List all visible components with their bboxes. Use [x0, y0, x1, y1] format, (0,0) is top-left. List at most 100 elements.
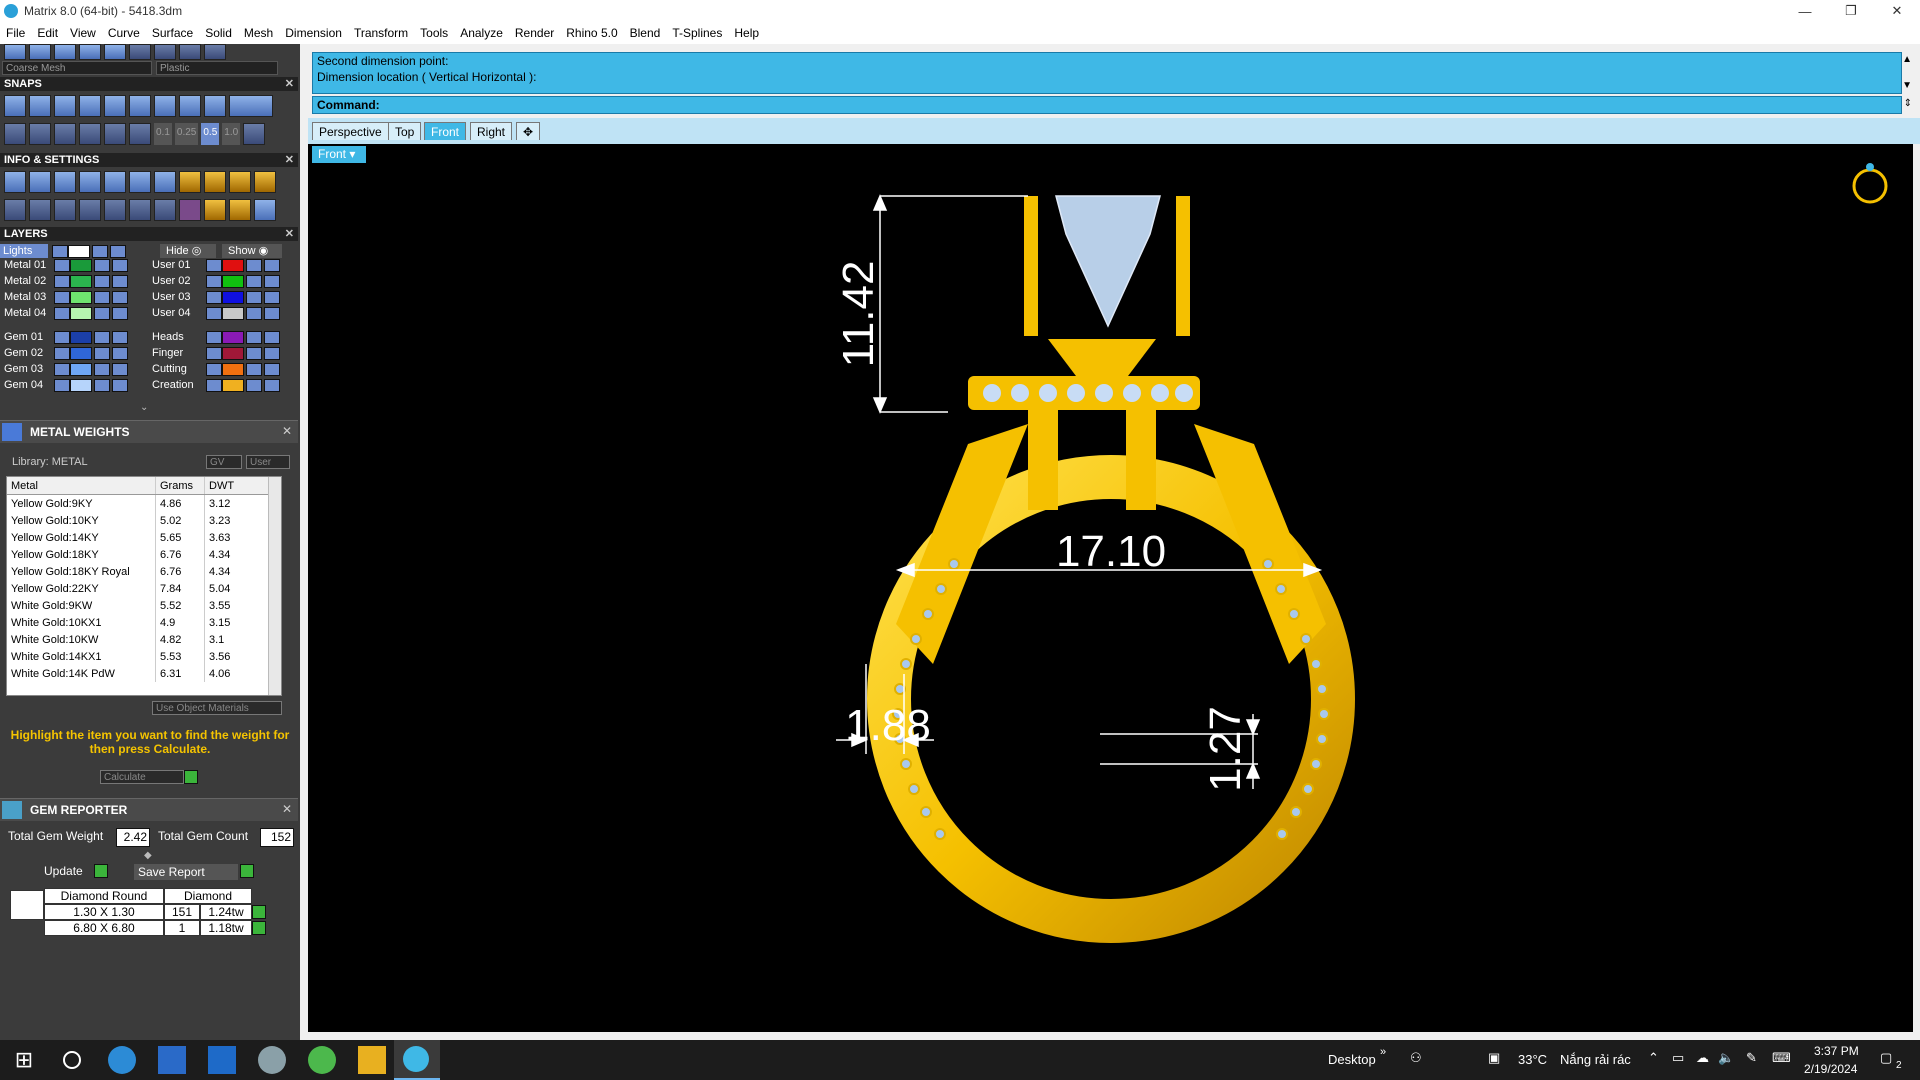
- layer-visible[interactable]: [264, 379, 280, 392]
- table-row[interactable]: Yellow Gold:10KY 5.02 3.23: [7, 512, 271, 529]
- box-icon[interactable]: [154, 171, 176, 193]
- layer-swatch[interactable]: [222, 347, 244, 360]
- render-icon[interactable]: [254, 199, 276, 221]
- ring-tool-icon[interactable]: [204, 199, 226, 221]
- mesh-quality-dropdown[interactable]: Coarse Mesh: [2, 61, 152, 75]
- layer-visible[interactable]: [112, 259, 128, 272]
- windows-start-icon[interactable]: ⊞: [10, 1046, 38, 1074]
- layer-arrow[interactable]: [206, 331, 222, 344]
- snap-mid-icon[interactable]: [79, 95, 101, 117]
- layer-lock[interactable]: [246, 259, 262, 272]
- snap-end-icon[interactable]: [4, 95, 26, 117]
- layer-swatch[interactable]: [70, 331, 92, 344]
- step-1-0[interactable]: 1.0: [222, 123, 241, 145]
- layer-name[interactable]: User 01: [152, 258, 204, 272]
- snap-perp-icon[interactable]: [154, 95, 176, 117]
- use-object-materials-checkbox[interactable]: Use Object Materials: [152, 701, 282, 715]
- chevron-right-icon[interactable]: »: [1380, 1046, 1386, 1058]
- layer-name[interactable]: Finger: [152, 346, 204, 360]
- material-ball-icon[interactable]: [154, 44, 176, 60]
- planar-icon[interactable]: [29, 123, 51, 145]
- save-report-play-icon[interactable]: [240, 864, 254, 878]
- layer-lock[interactable]: [246, 291, 262, 304]
- add-viewport-icon[interactable]: ✥: [516, 122, 541, 140]
- table-row[interactable]: Yellow Gold:22KY 7.84 5.04: [7, 580, 271, 597]
- close-icon[interactable]: ✕: [285, 227, 294, 241]
- mesh-icon[interactable]: [54, 199, 76, 221]
- update-button[interactable]: [94, 864, 108, 878]
- grid-icon[interactable]: [4, 199, 26, 221]
- close-icon[interactable]: ✕: [282, 802, 292, 816]
- layer-swatch[interactable]: [222, 275, 244, 288]
- window-icon[interactable]: [29, 199, 51, 221]
- material-dropdown[interactable]: Plastic: [156, 61, 278, 75]
- clipboard-icon[interactable]: [154, 199, 176, 221]
- menu-tools[interactable]: Tools: [414, 26, 454, 40]
- layer-arrow[interactable]: [206, 259, 222, 272]
- layer-lock[interactable]: [94, 307, 110, 320]
- filter-icon[interactable]: [104, 199, 126, 221]
- gem-icon[interactable]: [179, 199, 201, 221]
- edge-icon[interactable]: [108, 1046, 136, 1074]
- rhino-icon[interactable]: [258, 1046, 286, 1074]
- temperature[interactable]: 33°C: [1518, 1052, 1547, 1067]
- column-dwt[interactable]: DWT: [204, 477, 271, 495]
- menu-transform[interactable]: Transform: [348, 26, 414, 40]
- weather-icon[interactable]: ▣: [1488, 1050, 1500, 1066]
- gumball-icon[interactable]: [104, 123, 126, 145]
- column-metal[interactable]: Metal: [7, 477, 156, 495]
- layer-visible[interactable]: [264, 291, 280, 304]
- layer-arrow[interactable]: [54, 331, 70, 344]
- layer-name[interactable]: User 04: [152, 306, 204, 320]
- handle-icon[interactable]: ◆: [144, 850, 152, 861]
- table-row[interactable]: White Gold:9KW 5.52 3.55: [7, 597, 271, 614]
- layer-arrow[interactable]: [54, 363, 70, 376]
- menu-rhino[interactable]: Rhino 5.0: [560, 26, 623, 40]
- layer-visible[interactable]: [264, 331, 280, 344]
- menu-dimension[interactable]: Dimension: [279, 26, 348, 40]
- cursor-icon[interactable]: [129, 123, 151, 145]
- layer-visible[interactable]: [112, 275, 128, 288]
- layer-lock[interactable]: [246, 275, 262, 288]
- layer-swatch[interactable]: [70, 291, 92, 304]
- table-row[interactable]: White Gold:10KW 4.82 3.1: [7, 631, 271, 648]
- layer-lock[interactable]: [246, 363, 262, 376]
- close-icon[interactable]: ✕: [285, 153, 294, 167]
- layer-arrow[interactable]: [206, 347, 222, 360]
- menu-blend[interactable]: Blend: [624, 26, 667, 40]
- play-icon[interactable]: [184, 770, 198, 784]
- step-0-25[interactable]: 0.25: [174, 123, 199, 145]
- pen-icon[interactable]: ✎: [1746, 1050, 1757, 1066]
- zoom-icon[interactable]: [29, 171, 51, 193]
- close-button[interactable]: ✕: [1874, 0, 1920, 22]
- layer-swatch[interactable]: [68, 245, 90, 258]
- layer-lock[interactable]: [246, 307, 262, 320]
- command-input[interactable]: Command:: [312, 96, 1902, 114]
- ring-tool-icon[interactable]: [229, 199, 251, 221]
- layer-arrow[interactable]: [54, 307, 70, 320]
- layer-name[interactable]: Metal 02: [4, 274, 52, 288]
- gv-button[interactable]: GV: [206, 455, 242, 469]
- layer-name[interactable]: Gem 01: [4, 330, 52, 344]
- chevron-up-icon[interactable]: ⌃: [1648, 1050, 1659, 1066]
- snap-point-icon[interactable]: [54, 95, 76, 117]
- tab-perspective[interactable]: Perspective: [312, 122, 389, 140]
- notification-icon[interactable]: ▢: [1880, 1050, 1892, 1066]
- layer-swatch[interactable]: [222, 291, 244, 304]
- layer-swatch[interactable]: [222, 363, 244, 376]
- people-icon[interactable]: ⚇: [1410, 1050, 1422, 1066]
- menu-curve[interactable]: Curve: [102, 26, 146, 40]
- command-scroll-icon[interactable]: ⇕: [1904, 98, 1912, 109]
- render-icon[interactable]: [104, 44, 126, 60]
- ring-tool-icon[interactable]: [229, 171, 251, 193]
- clock-date[interactable]: 2/19/2024: [1804, 1062, 1857, 1076]
- gem-row-play-icon[interactable]: [252, 905, 266, 919]
- layer-lights[interactable]: Lights: [0, 244, 48, 258]
- minimize-button[interactable]: —: [1782, 0, 1828, 22]
- file-explorer-icon[interactable]: [358, 1046, 386, 1074]
- height-dimension[interactable]: 11.42: [834, 261, 883, 368]
- layer-name[interactable]: Creation: [152, 378, 204, 392]
- snap-tan-icon[interactable]: [179, 95, 201, 117]
- layer-visible[interactable]: [264, 259, 280, 272]
- layer-lock[interactable]: [94, 379, 110, 392]
